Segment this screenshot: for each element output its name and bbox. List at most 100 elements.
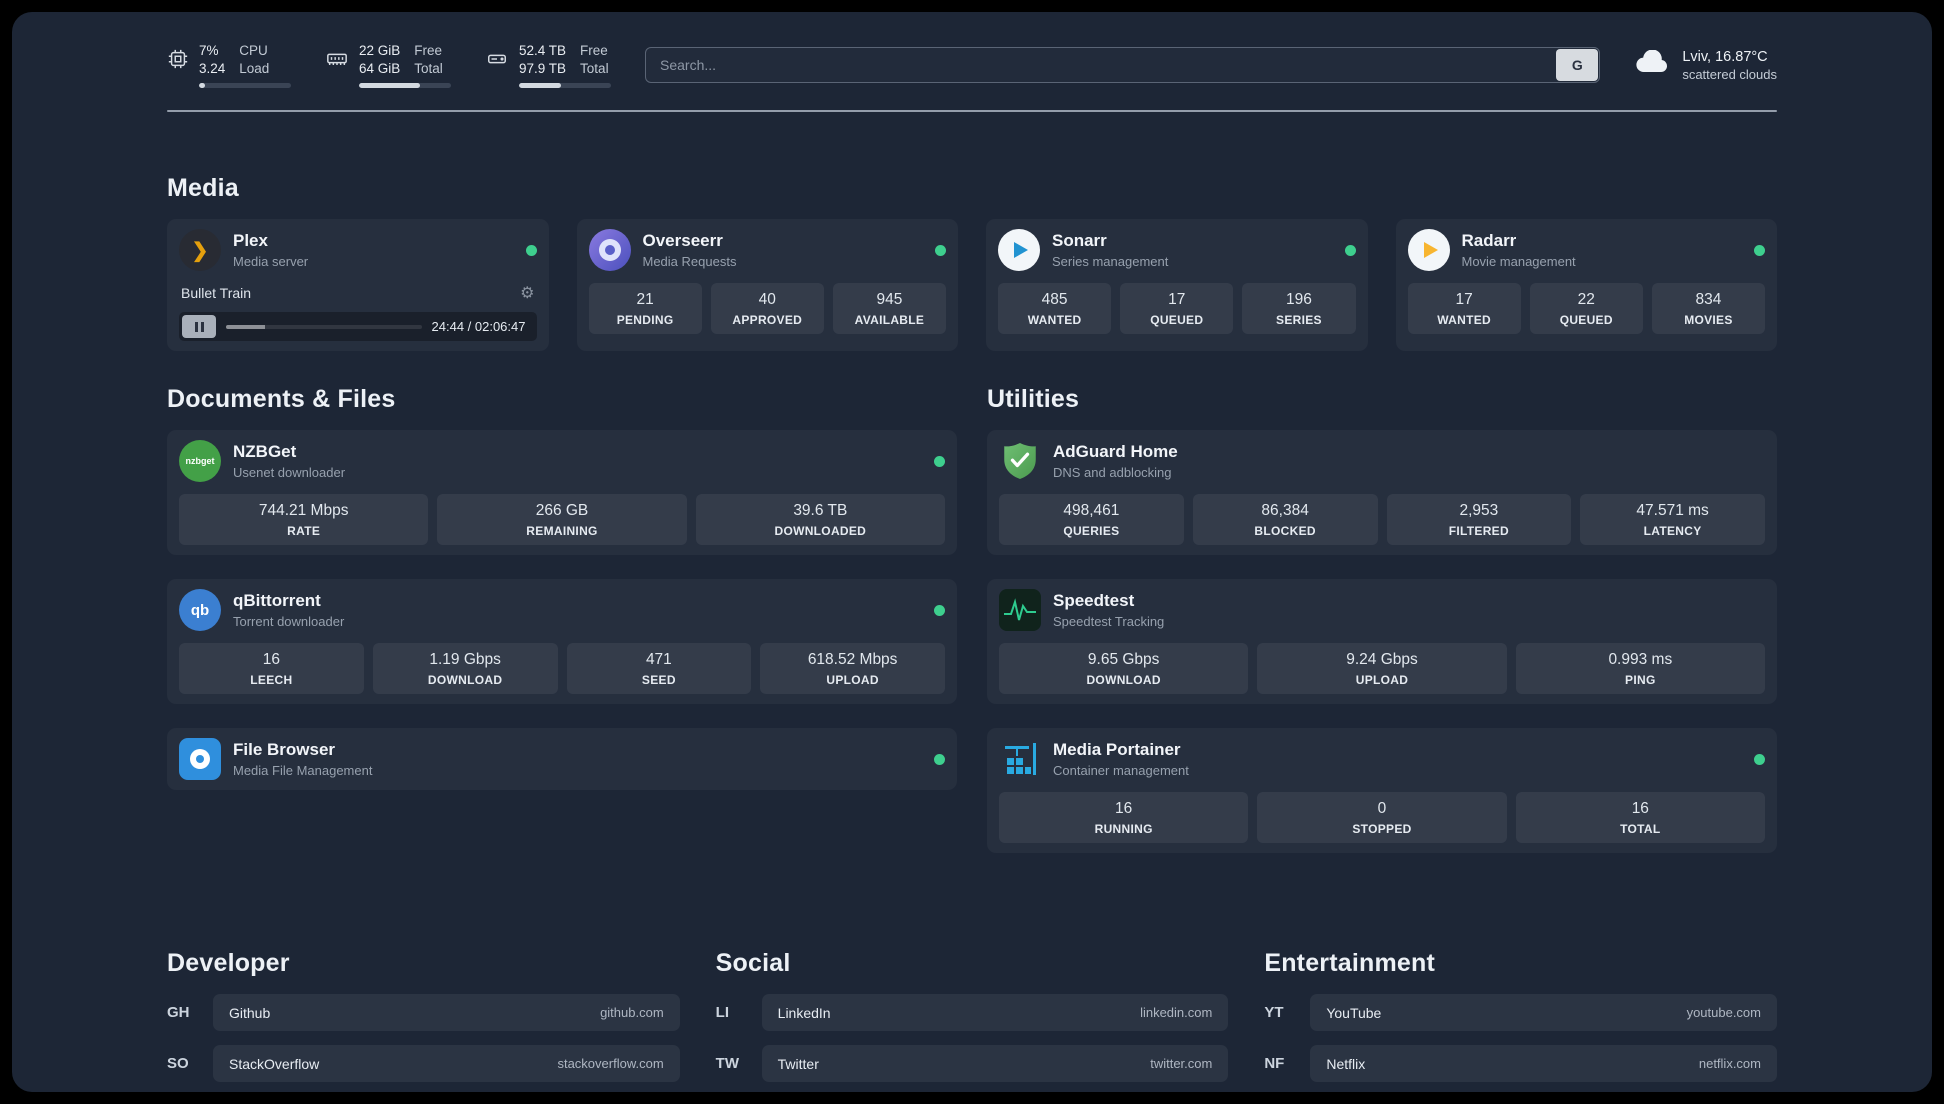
card-filebrowser[interactable]: File Browser Media File Management (167, 728, 957, 791)
bookmark-name: Github (229, 1004, 271, 1021)
bookmark-url: github.com (600, 1005, 664, 1021)
stat-tile: 9.65 Gbps DOWNLOAD (999, 643, 1249, 695)
column-utilities: Utilities AdGuard Home DNS and adblockin… (987, 385, 1777, 877)
service-subtitle: DNS and adblocking (1053, 465, 1172, 481)
service-subtitle: Media Requests (642, 254, 737, 270)
service-name: Media Portainer (1053, 740, 1181, 760)
search-engine-button[interactable]: G (1556, 49, 1599, 82)
section-bookmarks: Developer GH Github github.com SO StackO… (167, 949, 1777, 1092)
bookmark-group-entertainment: Entertainment YT YouTube youtube.com NF … (1264, 949, 1777, 1092)
speedtest-icon (999, 589, 1041, 632)
bookmark-name: LinkedIn (777, 1004, 831, 1021)
topbar-divider (167, 110, 1777, 113)
stat-label: PING (1625, 673, 1656, 688)
bookmark-link-youtube[interactable]: YouTube youtube.com (1310, 994, 1777, 1032)
service-subtitle: Torrent downloader (233, 614, 345, 630)
disk-widget: 52.4 TB 97.9 TB Free Total (485, 42, 611, 89)
stat-value: 471 (645, 651, 672, 669)
stat-label: LATENCY (1643, 524, 1702, 539)
bookmark-name: Netflix (1326, 1055, 1366, 1072)
stat-label: AVAILABLE (854, 313, 925, 328)
bookmark-row-twitter: TW Twitter twitter.com (716, 1045, 1229, 1083)
cloud-icon (1634, 49, 1670, 81)
bookmark-link-linkedin[interactable]: LinkedIn linkedin.com (761, 994, 1229, 1032)
section-title-media: Media (167, 174, 239, 203)
bookmark-abbr: YT (1264, 1004, 1284, 1022)
service-name: Overseerr (642, 231, 723, 251)
playback-time: 24:44 / 02:06:47 (431, 319, 526, 335)
bookmark-link-stackoverflow[interactable]: StackOverflow stackoverflow.com (213, 1045, 680, 1083)
cpu-widget: 7% 3.24 CPU Load (167, 42, 291, 89)
ram-widget: 22 GiB 64 GiB Free Total (325, 42, 451, 89)
service-name: Sonarr (1052, 231, 1107, 251)
card-plex[interactable]: ❯ Plex Media server Bullet Train ⚙ 24:44… (167, 219, 549, 352)
plex-icon: ❯ (179, 229, 221, 272)
bookmark-row-youtube: YT YouTube youtube.com (1264, 994, 1777, 1032)
topbar: 7% 3.24 CPU Load 22 GiB 64 GiB Free Tota… (167, 42, 1777, 89)
media-player: 24:44 / 02:06:47 (179, 312, 537, 342)
dashboard-app: 7% 3.24 CPU Load 22 GiB 64 GiB Free Tota… (0, 0, 1944, 1104)
stat-tile: 744.21 Mbps RATE (179, 494, 429, 546)
card-speedtest[interactable]: Speedtest Speedtest Tracking 9.65 Gbps D… (987, 579, 1777, 705)
card-qbittorrent[interactable]: qb qBittorrent Torrent downloader 16 LEE… (167, 579, 957, 705)
ram-free-label: Free (414, 43, 443, 58)
card-adguard[interactable]: AdGuard Home DNS and adblocking 498,461 … (987, 430, 1777, 556)
cpu-meter (199, 83, 291, 89)
stat-label: UPLOAD (826, 673, 879, 688)
bookmark-name: Twitter (777, 1055, 819, 1072)
service-name: File Browser (233, 740, 336, 760)
card-portainer[interactable]: Media Portainer Container management 16 … (987, 728, 1777, 854)
stat-value: 0.993 ms (1608, 651, 1673, 669)
bookmark-url: stackoverflow.com (557, 1056, 664, 1072)
settings-gear-icon[interactable]: ⚙ (520, 283, 534, 303)
stat-tile: 16 TOTAL (1515, 792, 1765, 844)
stat-label: BLOCKED (1254, 524, 1316, 539)
stat-label: FILTERED (1448, 524, 1509, 539)
bookmark-row-linkedin: LI LinkedIn linkedin.com (716, 994, 1229, 1032)
bookmark-group-developer: Developer GH Github github.com SO StackO… (167, 949, 680, 1092)
stat-tile: 485 WANTED (998, 283, 1112, 335)
stat-value: 22 (1577, 291, 1595, 309)
stat-label: DOWNLOADED (774, 524, 867, 539)
playback-progress[interactable] (226, 324, 422, 329)
stat-label: REMAINING (526, 524, 598, 539)
ram-total-value: 64 GiB (359, 61, 401, 77)
service-subtitle: Media server (233, 254, 309, 270)
ram-total-label: Total (414, 61, 443, 77)
search-input[interactable] (646, 48, 1556, 83)
stat-value: 266 GB (535, 502, 589, 520)
bookmark-row-github: GH Github github.com (167, 994, 680, 1032)
pause-button[interactable] (182, 315, 216, 339)
stat-value: 16 (1115, 800, 1133, 818)
section-middle: Documents & Files nzbget NZBGet Usenet d… (167, 385, 1777, 877)
stat-label: APPROVED (732, 313, 803, 328)
stat-label: TOTAL (1620, 822, 1661, 837)
card-nzbget[interactable]: nzbget NZBGet Usenet downloader 744.21 M… (167, 430, 957, 556)
sonarr-icon (998, 229, 1040, 272)
bookmark-url: linkedin.com (1140, 1005, 1213, 1021)
stat-tile: 945 AVAILABLE (832, 283, 947, 335)
stat-tile: 2,953 FILTERED (1386, 494, 1572, 546)
now-playing-title: Bullet Train (181, 285, 252, 302)
weather-widget: Lviv, 16.87°C scattered clouds (1634, 49, 1777, 82)
ram-meter (359, 83, 451, 89)
stat-value: 47.571 ms (1636, 502, 1709, 520)
stat-value: 196 (1285, 291, 1312, 309)
bookmark-link-netflix[interactable]: Netflix netflix.com (1310, 1045, 1777, 1083)
bookmark-link-twitter[interactable]: Twitter twitter.com (761, 1045, 1229, 1083)
stat-tile: 834 MOVIES (1651, 283, 1766, 335)
stat-value: 2,953 (1459, 502, 1499, 520)
card-sonarr[interactable]: Sonarr Series management 485 WANTED 17 Q… (986, 219, 1368, 352)
stat-tile: 196 SERIES (1242, 283, 1356, 335)
stat-value: 834 (1695, 291, 1722, 309)
bookmark-link-github[interactable]: Github github.com (213, 994, 680, 1032)
stat-label: SERIES (1276, 313, 1322, 328)
disk-total-label: Total (580, 61, 609, 77)
stat-label: DOWNLOAD (1086, 673, 1161, 688)
bookmark-name: StackOverflow (229, 1055, 320, 1072)
stat-label: QUEUED (1559, 313, 1613, 328)
service-name: Radarr (1461, 231, 1517, 251)
stat-tile: 498,461 QUERIES (999, 494, 1184, 546)
card-radarr[interactable]: Radarr Movie management 17 WANTED 22 QUE… (1395, 219, 1777, 352)
card-overseerr[interactable]: Overseerr Media Requests 21 PENDING 40 A… (576, 219, 958, 352)
